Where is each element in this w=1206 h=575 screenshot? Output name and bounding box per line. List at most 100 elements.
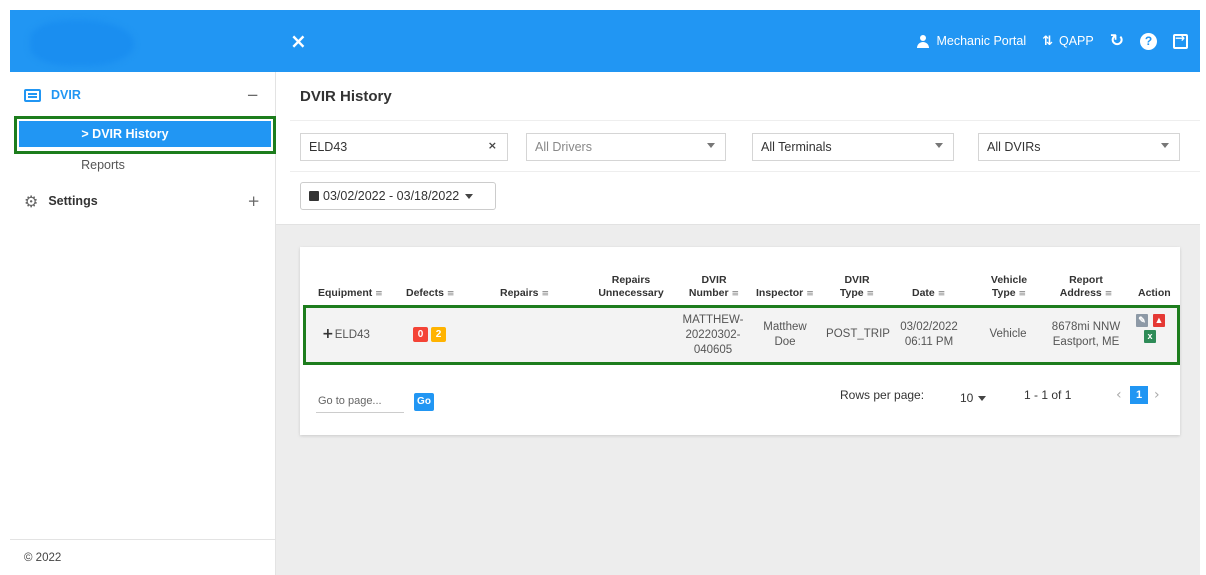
header-report-address-line2: Address — [1059, 287, 1102, 299]
header-dvir-number-line2: Number — [688, 287, 729, 299]
cell-dvir-number: MATTHEW- 20220302- 040605 — [676, 313, 750, 358]
mechanic-portal-link[interactable]: Mechanic Portal — [916, 34, 1026, 48]
content-area: Equipment ≡ Defects ≡ Repairs ≡ Repairs … — [276, 224, 1200, 575]
header-vehicle-type[interactable]: Vehicle Type ≡ — [984, 274, 1034, 301]
filters-row: ELD43 × All Drivers All Terminals All DV… — [290, 120, 1200, 172]
calendar-icon — [309, 191, 319, 201]
cell-inspector: Matthew Doe — [758, 320, 812, 350]
cell-inspector-line1: Matthew — [763, 321, 807, 333]
header-repairs-unnecessary-line2: Unnecessary — [598, 287, 664, 299]
qapp-label: QAPP — [1059, 34, 1094, 48]
next-page-button[interactable]: › — [1154, 387, 1160, 403]
header-inspector[interactable]: Inspector ≡ — [756, 287, 814, 301]
refresh-icon[interactable]: ↻ — [1110, 31, 1124, 51]
page-number-button[interactable]: 1 — [1130, 386, 1148, 404]
cell-inspector-line2: Doe — [774, 336, 796, 348]
rows-per-page-select[interactable]: 10 — [960, 391, 987, 405]
equipment-filter-value: ELD43 — [309, 140, 348, 154]
header-report-address[interactable]: Report Address ≡ — [1054, 274, 1118, 301]
drivers-select-value: All Drivers — [535, 140, 592, 154]
header-repairs-label: Repairs — [500, 287, 539, 299]
sort-icon: ≡ — [541, 289, 549, 299]
header-defects[interactable]: Defects ≡ — [406, 287, 454, 301]
page-title: DVIR History — [300, 88, 392, 105]
sort-icon: ≡ — [866, 289, 875, 299]
header-dvir-type[interactable]: DVIR Type ≡ — [834, 274, 880, 301]
header-repairs-unnecessary-line1: Repairs — [611, 274, 651, 286]
sort-icon: ≡ — [731, 289, 740, 299]
chevron-down-icon — [978, 396, 987, 402]
prev-page-button[interactable]: ‹ — [1116, 387, 1122, 403]
chevron-down-icon — [465, 193, 474, 199]
clear-icon[interactable]: × — [488, 139, 497, 152]
close-sidebar-button[interactable]: × — [290, 29, 307, 53]
drivers-select[interactable]: All Drivers — [526, 133, 726, 161]
sort-icon: ≡ — [1018, 289, 1027, 299]
qapp-switcher[interactable]: ⇅ QAPP — [1042, 34, 1094, 49]
list-icon — [24, 88, 41, 102]
header-date[interactable]: Date ≡ — [912, 287, 945, 301]
logo — [30, 20, 134, 66]
pdf-icon[interactable]: ▲ — [1153, 314, 1165, 327]
header-dvir-type-line2: Type — [839, 287, 864, 299]
equipment-filter[interactable]: ELD43 × — [300, 133, 508, 161]
chevron-down-icon — [1161, 143, 1169, 148]
expand-row-icon[interactable]: + — [322, 326, 334, 342]
cell-defects: 02 — [413, 327, 449, 342]
cell-dvir-number-line1: MATTHEW- — [682, 314, 744, 326]
header-repairs-unnecessary: Repairs Unnecessary — [596, 274, 666, 300]
cell-dvir-number-line3: 040605 — [693, 344, 733, 356]
header-date-label: Date — [912, 287, 935, 299]
header-dvir-number[interactable]: DVIR Number ≡ — [684, 274, 744, 301]
sidebar-item-reports[interactable]: Reports — [10, 154, 276, 176]
rows-per-page-label: Rows per page: — [840, 388, 925, 402]
table-row[interactable]: +ELD43 02 MATTHEW- 20220302- 040605 Matt… — [303, 305, 1180, 365]
defects-badge-red[interactable]: 0 — [413, 327, 428, 342]
sort-icon: ≡ — [1104, 289, 1113, 299]
excel-icon[interactable]: x — [1144, 330, 1156, 343]
cell-equipment[interactable]: +ELD43 — [322, 327, 370, 343]
header-repairs[interactable]: Repairs ≡ — [500, 287, 549, 301]
collapse-icon[interactable]: − — [246, 86, 259, 104]
sidebar-dvir-label: DVIR — [51, 88, 81, 102]
cell-dvir-number-line2: 20220302- — [685, 329, 741, 341]
cell-date: 03/02/2022 06:11 PM — [896, 320, 962, 350]
edit-icon[interactable]: ✎ — [1136, 314, 1148, 327]
top-right-actions: Mechanic Portal ⇅ QAPP ↻ ? — [916, 10, 1188, 72]
logout-icon[interactable] — [1173, 31, 1188, 49]
cell-date-line2: 06:11 PM — [904, 336, 954, 348]
header-dvir-type-line1: DVIR — [844, 274, 870, 286]
rows-per-page-value: 10 — [960, 391, 974, 405]
dvirs-select[interactable]: All DVIRs — [978, 133, 1180, 161]
header-vehicle-type-line1: Vehicle — [990, 274, 1028, 286]
dvir-table-card: Equipment ≡ Defects ≡ Repairs ≡ Repairs … — [300, 247, 1180, 435]
header-report-address-line1: Report — [1069, 274, 1103, 286]
cell-report-address-line2: Eastport, ME — [1052, 336, 1120, 348]
go-button[interactable]: Go — [414, 393, 434, 411]
header-equipment-label: Equipment — [318, 287, 373, 299]
copyright: © 2022 — [10, 539, 276, 575]
header-inspector-label: Inspector — [756, 287, 804, 299]
sidebar: DVIR − > DVIR History Reports ⚙ Settings… — [10, 72, 276, 575]
sidebar-item-dvir-history[interactable]: > DVIR History — [19, 121, 271, 147]
top-bar: × Mechanic Portal ⇅ QAPP ↻ ? — [10, 10, 1200, 72]
defects-badge-orange[interactable]: 2 — [431, 327, 446, 342]
header-equipment[interactable]: Equipment ≡ — [318, 287, 383, 301]
sidebar-group-settings[interactable]: ⚙ Settings + — [10, 178, 276, 224]
sort-icon: ≡ — [806, 289, 814, 299]
chevron-down-icon — [935, 143, 943, 148]
terminals-select[interactable]: All Terminals — [752, 133, 954, 161]
goto-page-input[interactable]: Go to page... — [316, 389, 404, 413]
cell-vehicle-type: Vehicle — [989, 328, 1027, 340]
dvirs-select-value: All DVIRs — [987, 140, 1041, 154]
swap-icon: ⇅ — [1042, 33, 1053, 49]
expand-icon[interactable]: + — [247, 192, 260, 210]
person-icon — [916, 34, 930, 48]
date-range-picker[interactable]: 03/02/2022 - 03/18/2022 — [300, 182, 496, 210]
cell-equipment-value: ELD43 — [334, 329, 370, 341]
main-content: DVIR History ELD43 × All Drivers All Ter… — [276, 72, 1200, 575]
sidebar-group-dvir[interactable]: DVIR − — [10, 72, 275, 118]
terminals-select-value: All Terminals — [761, 140, 832, 154]
help-icon[interactable]: ? — [1140, 32, 1157, 50]
sidebar-settings-label: Settings — [48, 194, 98, 208]
